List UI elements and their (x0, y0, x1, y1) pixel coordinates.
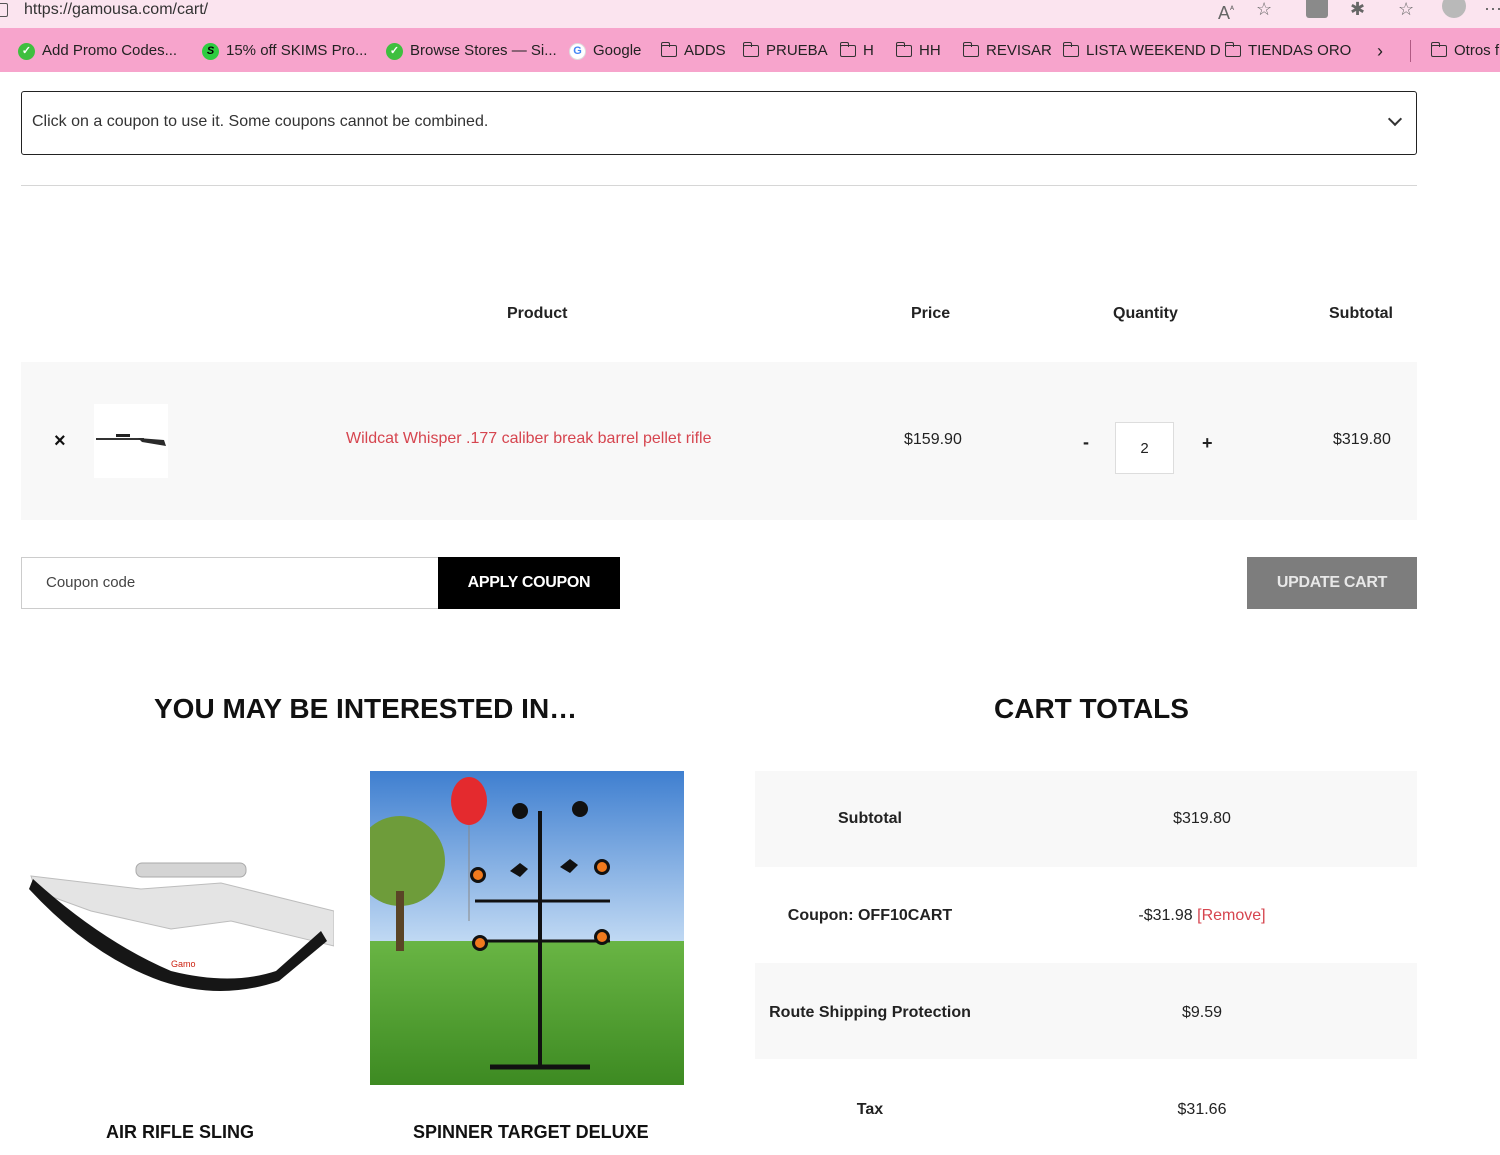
promo-favicon: ✓ (386, 42, 403, 60)
favorites-list-icon[interactable]: ☆ (1398, 0, 1414, 20)
bookmarks-bar: ✓ Add Promo Codes... S 15% off SKIMS Pro..… (0, 28, 1500, 72)
favorite-star-icon[interactable]: ☆ (1256, 0, 1272, 20)
sling-picture: Gamo (29, 862, 335, 991)
promo-favicon: ✓ (18, 42, 35, 60)
bookmark-label: Add Promo Codes... (42, 42, 178, 59)
bookmark-label: LISTA WEEKEND D (1086, 42, 1221, 59)
bookmark-folder-h[interactable]: H (839, 42, 874, 60)
item-subtotal: $319.80 (1333, 431, 1391, 448)
google-favicon: G (569, 42, 586, 60)
bookmarks-overflow-chevron-icon[interactable]: › (1377, 42, 1383, 60)
air-rifle-sling-image[interactable]: Gamo (21, 771, 335, 1084)
cart-totals-heading: CART TOTALS (994, 693, 1189, 724)
svg-text:Gamo: Gamo (171, 959, 196, 969)
quantity-increase-button[interactable]: + (1202, 433, 1213, 454)
bookmark-label: TIENDAS ORO (1248, 42, 1352, 59)
folder-icon (1224, 42, 1241, 57)
coupon-placeholder: Coupon code (46, 574, 136, 591)
bookmark-label: PRUEBA (766, 42, 828, 59)
spinner-target-image[interactable] (370, 771, 684, 1085)
coupon-list-dropdown[interactable]: Click on a coupon to use it. Some coupon… (21, 91, 1417, 155)
header-price: Price (911, 305, 951, 322)
folder-icon (895, 42, 912, 57)
chevron-down-icon (1387, 111, 1403, 127)
header-subtotal: Subtotal (1329, 305, 1393, 322)
bookmark-label: Browse Stores — Si... (410, 42, 557, 59)
bookmark-folder-revisar[interactable]: REVISAR (962, 42, 1052, 60)
coupon-code-input[interactable]: Coupon code (21, 557, 439, 609)
totals-value: $9.59 (1181, 1004, 1223, 1021)
bookmark-label: ADDS (684, 42, 726, 59)
quantity-decrease-button[interactable]: - (1083, 432, 1089, 453)
product-title-air-rifle-sling[interactable]: AIR RIFLE SLING (106, 1122, 254, 1143)
totals-row-route-protection: Route Shipping Protection $9.59 (755, 963, 1417, 1059)
bookmark-label: HH (919, 42, 941, 59)
quantity-input[interactable]: 2 (1115, 422, 1174, 474)
coupon-discount-value: -$31.98 (1138, 907, 1193, 924)
folder-icon (1062, 42, 1079, 57)
totals-row-subtotal: Subtotal $319.80 (755, 771, 1417, 867)
header-quantity: Quantity (1113, 305, 1178, 322)
totals-value: $319.80 (1173, 810, 1231, 827)
bookmark-label: 15% off SKIMS Pro... (226, 42, 368, 59)
read-aloud-icon[interactable]: Aᴬ (1218, 0, 1234, 24)
extension-chart-icon[interactable] (1306, 0, 1328, 18)
folder-icon (839, 42, 856, 57)
product-thumbnail[interactable] (94, 404, 168, 478)
bookmark-skims[interactable]: S 15% off SKIMS Pro... (202, 42, 367, 60)
folder-icon (1430, 42, 1447, 57)
bookmark-label: Otros f (1454, 42, 1500, 59)
bookmark-label: REVISAR (986, 42, 1052, 59)
remove-item-icon[interactable]: × (54, 430, 66, 453)
totals-row-coupon: Coupon: OFF10CART -$31.98 [Remove] (755, 867, 1417, 963)
bookmark-add-promo-codes[interactable]: ✓ Add Promo Codes... (18, 42, 177, 60)
apply-coupon-button[interactable]: APPLY COUPON (438, 557, 620, 609)
totals-label: Tax (856, 1101, 884, 1118)
folder-icon (742, 42, 759, 57)
totals-row-tax: Tax $31.66 (755, 1059, 1417, 1155)
product-title-spinner-target[interactable]: SPINNER TARGET DELUXE (413, 1122, 649, 1143)
coupon-dropdown-text: Click on a coupon to use it. Some coupon… (32, 113, 489, 130)
bookmark-folder-otros[interactable]: Otros f (1430, 42, 1500, 60)
update-cart-button[interactable]: UPDATE CART (1247, 557, 1417, 609)
bookmark-folder-adds[interactable]: ADDS (660, 42, 726, 60)
divider (21, 185, 1417, 186)
totals-label: Coupon: OFF10CART (787, 907, 953, 924)
bookmark-folder-prueba[interactable]: PRUEBA (742, 42, 828, 60)
totals-value: -$31.98 [Remove] (1087, 907, 1317, 925)
bookmark-folder-hh[interactable]: HH (895, 42, 941, 60)
more-menu-icon[interactable]: ⋯ (1484, 0, 1500, 20)
bookmark-folder-tiendas-oro[interactable]: TIENDAS ORO (1224, 42, 1352, 60)
interested-heading: YOU MAY BE INTERESTED IN… (154, 693, 578, 724)
profile-avatar-icon[interactable] (1442, 0, 1466, 18)
bookmark-label: H (863, 42, 874, 59)
bookmark-folder-lista-weekend[interactable]: LISTA WEEKEND D (1062, 42, 1221, 60)
product-name-link[interactable]: Wildcat Whisper .177 caliber break barre… (346, 430, 711, 448)
bookmark-browse-stores[interactable]: ✓ Browse Stores — Si... (386, 42, 557, 60)
rifle-image (96, 434, 166, 446)
bookmark-label: Google (593, 42, 642, 59)
site-info-icon[interactable] (0, 3, 8, 17)
folder-icon (962, 42, 979, 57)
totals-label: Route Shipping Protection (769, 1004, 971, 1021)
address-bar[interactable]: https://gamousa.com/cart/ Aᴬ ☆ ✱ ☆ ⋯ (0, 0, 1500, 28)
bookmarks-separator (1410, 40, 1411, 62)
header-product: Product (507, 305, 568, 322)
folder-icon (660, 42, 677, 57)
url-text[interactable]: https://gamousa.com/cart/ (24, 0, 208, 20)
totals-value: $31.66 (1177, 1101, 1227, 1118)
extensions-puzzle-icon[interactable]: ✱ (1350, 0, 1365, 20)
bookmark-google[interactable]: G Google (569, 42, 641, 60)
skims-favicon: S (202, 42, 219, 60)
spinner-target-picture (370, 771, 684, 1085)
item-price: $159.90 (904, 431, 962, 448)
totals-label: Subtotal (838, 810, 902, 827)
remove-coupon-link[interactable]: [Remove] (1197, 907, 1265, 924)
